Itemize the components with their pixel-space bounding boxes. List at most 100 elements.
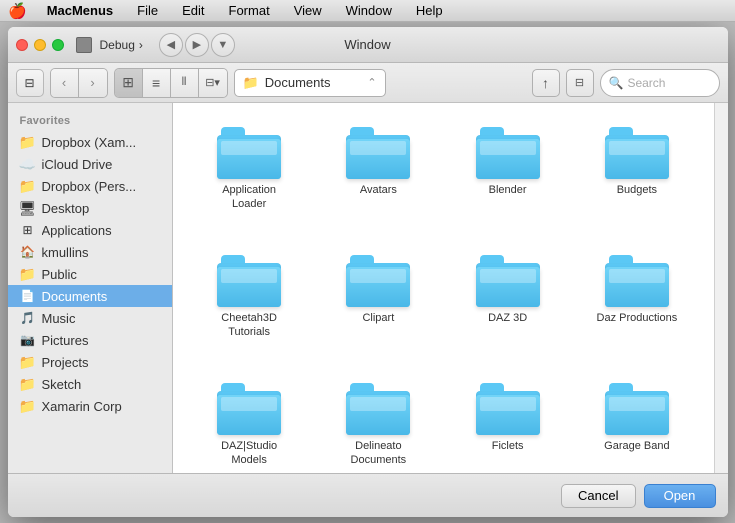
close-button[interactable] [16, 39, 28, 51]
folder-icon-application-loader [217, 127, 281, 179]
search-box[interactable]: 🔍 Search [600, 69, 720, 97]
sidebar-item-pictures[interactable]: 📷 Pictures [8, 329, 172, 351]
search-placeholder: Search [627, 76, 665, 90]
sidebar-item-icloud-drive[interactable]: ☁️ iCloud Drive [8, 153, 172, 175]
file-label-clipart: Clipart [362, 311, 394, 325]
sidebar-item-xamarin-corp[interactable]: 📁 Xamarin Corp [8, 395, 172, 417]
sidebar-item-desktop[interactable]: 🖥 Desktop [8, 197, 172, 219]
right-panel [714, 103, 728, 473]
maximize-button[interactable] [52, 39, 64, 51]
sidebar-label-icloud-drive: iCloud Drive [42, 157, 113, 172]
bottom-bar: Cancel Open [8, 473, 728, 517]
menubar-view[interactable]: View [290, 3, 326, 18]
file-item-ficlets[interactable]: Ficlets [447, 375, 568, 473]
apple-menu[interactable]: 🍎 [8, 2, 27, 20]
list-view-button[interactable]: ≡ [143, 69, 171, 97]
menubar-file[interactable]: File [133, 3, 162, 18]
debug-label: Debug › [100, 38, 143, 52]
folder-icon-clipart [346, 255, 410, 307]
file-label-blender: Blender [489, 183, 527, 197]
projects-icon: 📁 [20, 354, 36, 370]
minimize-button[interactable] [34, 39, 46, 51]
sidebar-item-music[interactable]: 🎵 Music [8, 307, 172, 329]
file-label-cheetah3d-tutorials: Cheetah3D Tutorials [221, 311, 277, 340]
sidebar-item-public[interactable]: 📁 Public [8, 263, 172, 285]
kmullins-icon: 🏠 [20, 244, 36, 260]
file-item-cheetah3d-tutorials[interactable]: Cheetah3D Tutorials [189, 247, 310, 367]
file-label-daz-studio-models: DAZ|Studio Models [204, 439, 294, 468]
file-item-clipart[interactable]: Clipart [318, 247, 439, 367]
sidebar-item-dropbox-pers[interactable]: 📁 Dropbox (Pers... [8, 175, 172, 197]
menubar: 🍎 MacMenus File Edit Format View Window … [0, 0, 735, 22]
sidebar-item-dropbox-xam[interactable]: 📁 Dropbox (Xam... [8, 131, 172, 153]
file-item-budgets[interactable]: Budgets [576, 119, 697, 239]
location-bar[interactable]: 📁 Documents ⌃ [234, 69, 386, 97]
applications-icon: ⊞ [20, 222, 36, 238]
file-item-avatars[interactable]: Avatars [318, 119, 439, 239]
file-item-delineato-documents[interactable]: Delineato Documents [318, 375, 439, 473]
sidebar-label-applications: Applications [42, 223, 112, 238]
nav-right[interactable]: ▶ [185, 33, 209, 57]
open-button[interactable]: Open [644, 484, 716, 508]
toolbar: ⊟ ‹ › ⊞ ≡ ⦀ ⊟▾ 📁 Documents ⌃ ↑ ⊟ 🔍 Searc… [8, 63, 728, 103]
sidebar-item-documents[interactable]: 📄 Documents [8, 285, 172, 307]
folder-icon-ficlets [476, 383, 540, 435]
nav-down[interactable]: ▼ [211, 33, 235, 57]
sidebar-section-favorites: Favorites [8, 111, 172, 131]
sidebar-item-projects[interactable]: 📁 Projects [8, 351, 172, 373]
sidebar-label-sketch: Sketch [42, 377, 82, 392]
documents-icon: 📄 [20, 288, 36, 304]
xamarin-corp-icon: 📁 [20, 398, 36, 414]
desktop-icon: 🖥 [20, 200, 36, 216]
forward-button[interactable]: › [79, 69, 107, 97]
folder-icon-cheetah3d-tutorials [217, 255, 281, 307]
sidebar-label-dropbox-pers: Dropbox (Pers... [42, 179, 137, 194]
nav-arrows: ‹ › [50, 68, 108, 98]
path-view-button[interactable]: ⊟▾ [199, 69, 227, 97]
file-label-garage-band: Garage Band [604, 439, 669, 453]
sidebar-item-sketch[interactable]: 📁 Sketch [8, 373, 172, 395]
menubar-macmenus[interactable]: MacMenus [43, 3, 117, 18]
back-button[interactable]: ‹ [51, 69, 79, 97]
icon-view-btn[interactable]: ⊟ [16, 69, 44, 97]
sidebar-item-applications[interactable]: ⊞ Applications [8, 219, 172, 241]
file-item-daz-productions[interactable]: Daz Productions [576, 247, 697, 367]
menubar-format[interactable]: Format [225, 3, 274, 18]
file-label-ficlets: Ficlets [492, 439, 524, 453]
music-icon: 🎵 [20, 310, 36, 326]
icloud-drive-icon: ☁️ [20, 156, 36, 172]
main-content: Favorites 📁 Dropbox (Xam... ☁️ iCloud Dr… [8, 103, 728, 473]
window-minimize-btn[interactable]: ⊟ [566, 69, 594, 97]
titlebar-nav: ◀ ▶ ▼ [159, 33, 235, 57]
file-item-blender[interactable]: Blender [447, 119, 568, 239]
sidebar-label-projects: Projects [42, 355, 89, 370]
sketch-icon: 📁 [20, 376, 36, 392]
pictures-icon: 📷 [20, 332, 36, 348]
cancel-button[interactable]: Cancel [561, 484, 635, 508]
file-item-daz-studio-models[interactable]: DAZ|Studio Models [189, 375, 310, 473]
icon-view-button[interactable]: ⊞ [115, 69, 143, 97]
sidebar-label-dropbox-xam: Dropbox (Xam... [42, 135, 137, 150]
file-item-application-loader[interactable]: Application Loader [189, 119, 310, 239]
column-view-button[interactable]: ⦀ [171, 69, 199, 97]
file-item-garage-band[interactable]: Garage Band [576, 375, 697, 473]
sidebar-label-music: Music [42, 311, 76, 326]
file-label-daz-3d: DAZ 3D [488, 311, 527, 325]
file-item-daz-3d[interactable]: DAZ 3D [447, 247, 568, 367]
public-icon: 📁 [20, 266, 36, 282]
folder-icon-daz-3d [476, 255, 540, 307]
folder-icon-garage-band [605, 383, 669, 435]
stop-button[interactable] [76, 37, 92, 53]
sidebar-item-kmullins[interactable]: 🏠 kmullins [8, 241, 172, 263]
nav-left[interactable]: ◀ [159, 33, 183, 57]
file-label-budgets: Budgets [617, 183, 657, 197]
folder-icon: 📁 [243, 75, 259, 91]
dropbox-xam-icon: 📁 [20, 134, 36, 150]
folder-icon-delineato-documents [346, 383, 410, 435]
menubar-window[interactable]: Window [342, 3, 396, 18]
location-text: Documents [265, 75, 331, 90]
share-button[interactable]: ↑ [532, 69, 560, 97]
menubar-edit[interactable]: Edit [178, 3, 208, 18]
menubar-help[interactable]: Help [412, 3, 447, 18]
folder-icon-daz-productions [605, 255, 669, 307]
